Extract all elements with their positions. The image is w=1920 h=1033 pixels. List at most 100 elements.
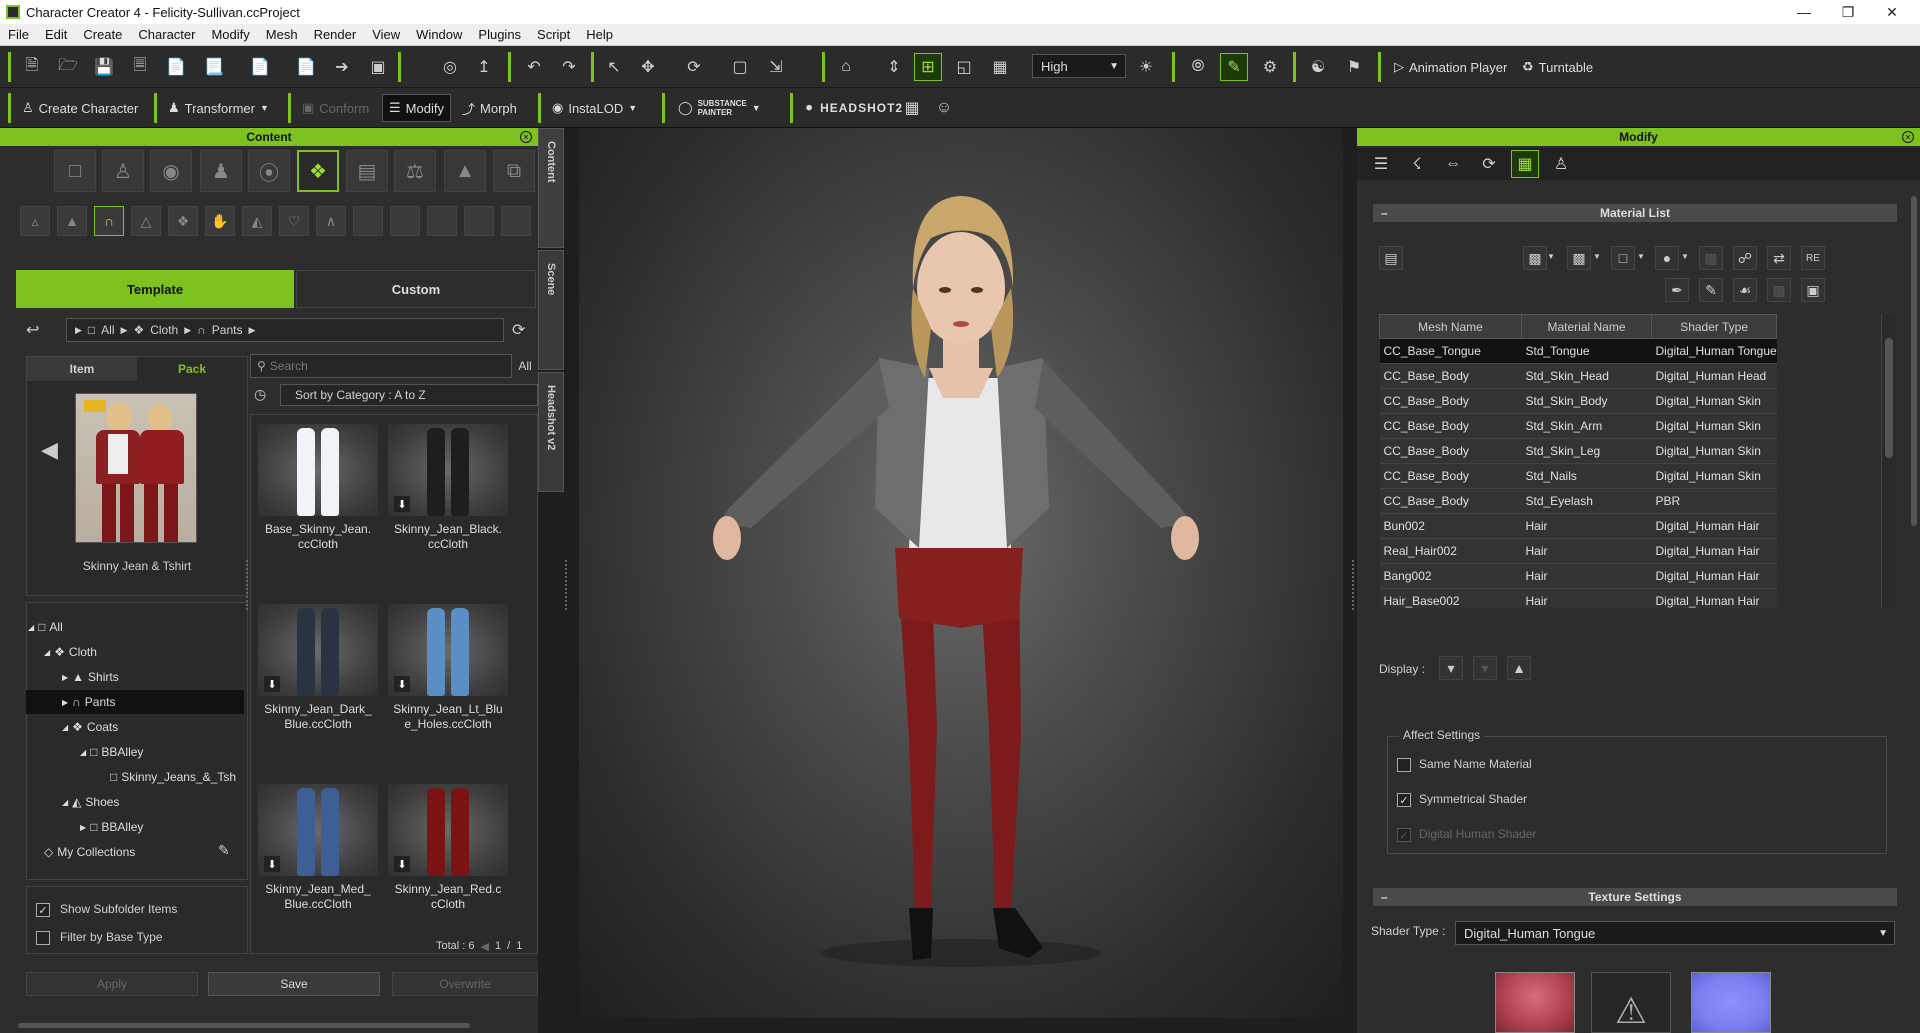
conform-button[interactable]: ▣ Conform — [296, 94, 375, 122]
turntable-button[interactable]: ♻ Turntable — [1516, 53, 1599, 81]
pin-icon[interactable]: ↥ — [470, 53, 498, 81]
undo-icon[interactable]: ↶ — [520, 53, 548, 81]
edit-mode-icon[interactable]: ✎ — [1220, 53, 1248, 81]
disabled-tool-icon[interactable]: ▩ — [1699, 246, 1723, 270]
table-row[interactable]: CC_Base_Body Std_Skin_Arm Digital_Human Sk… — [1379, 413, 1777, 439]
breadcrumb-all[interactable]: All — [101, 323, 114, 337]
close-icon[interactable]: ✕ — [1870, 0, 1914, 24]
table-row[interactable]: Bun002 Hair Digital_Human Hair — [1379, 513, 1777, 539]
minimize-icon[interactable]: — — [1782, 0, 1826, 24]
morph-category-icon[interactable]: ◉ — [150, 150, 192, 192]
item-thumbnail[interactable]: ⬇ — [388, 784, 508, 876]
tab-template[interactable]: Template — [16, 270, 294, 308]
export-obj-icon[interactable]: 📃 — [200, 53, 228, 81]
import-obj-icon[interactable]: 📄 — [162, 53, 190, 81]
select-material-icon[interactable]: □ — [1611, 246, 1635, 270]
digital-human-checkbox[interactable]: ✓ — [1397, 828, 1411, 842]
display-mode-1-icon[interactable]: ▾ — [1439, 656, 1463, 680]
column-material-name[interactable]: Material Name — [1521, 314, 1652, 339]
item-thumbnail[interactable]: ⬇ — [258, 784, 378, 876]
cloth-category-icon[interactable]: ❖ — [297, 150, 339, 192]
breadcrumb-pants[interactable]: Pants — [212, 323, 243, 337]
instalod-button[interactable]: ◉ InstaLOD ▼ — [546, 94, 643, 122]
tab-custom[interactable]: Custom — [296, 270, 536, 308]
scale-icon[interactable]: ▢ — [726, 53, 754, 81]
pack-thumbnail[interactable] — [75, 393, 197, 543]
tree-item-all[interactable]: ◢ □ All — [28, 615, 248, 639]
project-category-icon[interactable]: □ — [54, 150, 96, 192]
table-scrollbar[interactable] — [1881, 314, 1897, 608]
substance-painter-button[interactable]: ◯ SUBSTANCE PAINTER ▼ — [672, 94, 767, 122]
target-icon[interactable]: ◎ — [436, 53, 464, 81]
item-thumbnail[interactable]: ⬇ — [388, 604, 508, 696]
skirt-icon[interactable]: △ — [131, 206, 161, 236]
bra-icon[interactable]: ♡ — [279, 206, 309, 236]
prev-page-icon[interactable]: ◀ — [481, 940, 489, 953]
chevron-down-icon[interactable]: ▼ — [1681, 252, 1689, 261]
diffuse-texture-thumbnail[interactable] — [1495, 972, 1575, 1033]
hanger-icon[interactable]: ∧ — [316, 206, 346, 236]
import-icon[interactable]: 🗏 — [126, 53, 154, 81]
panel-scrollbar[interactable] — [1911, 196, 1917, 526]
empty-slot-icon[interactable] — [390, 206, 420, 236]
empty-slot-icon[interactable] — [464, 206, 494, 236]
table-row[interactable]: CC_Base_Body Std_Nails Digital_Human Skin — [1379, 463, 1777, 489]
material-settings-icon[interactable]: ▤ — [1379, 246, 1403, 270]
back-icon[interactable]: ↩ — [26, 320, 39, 340]
menu-render[interactable]: Render — [306, 27, 365, 42]
move-icon[interactable]: ✥ — [634, 53, 662, 81]
table-row[interactable]: Hair_Base002 Hair Digital_Human Hair — [1379, 588, 1777, 608]
table-row[interactable]: CC_Base_Tongue Std_Tongue Digital_Human To… — [1379, 338, 1777, 364]
flag-icon[interactable]: ⚑ — [1340, 53, 1368, 81]
tab-headshot-v2[interactable]: Headshot v2 — [538, 372, 564, 492]
item-thumbnail[interactable]: ⬇ — [388, 424, 508, 516]
history-icon[interactable]: ◷ — [254, 386, 266, 403]
menu-file[interactable]: File — [0, 27, 37, 42]
re-button[interactable]: RE — [1801, 246, 1825, 270]
tab-content[interactable]: Content — [538, 128, 564, 248]
menu-help[interactable]: Help — [578, 27, 621, 42]
refresh-icon[interactable]: ⟳ — [512, 320, 525, 340]
display-mode-3-icon[interactable]: ▲ — [1507, 656, 1531, 680]
horizontal-scrollbar[interactable] — [18, 1023, 470, 1028]
chevron-down-icon[interactable]: ▼ — [1547, 252, 1555, 261]
hair-category-icon[interactable]: ⦿ — [248, 150, 290, 192]
shader-type-select[interactable]: Digital_Human Tongue ▼ — [1455, 921, 1895, 945]
home-camera-icon[interactable]: ⌂ — [832, 53, 860, 81]
physics-icon[interactable]: ⚙ — [1256, 53, 1284, 81]
headshot-photo-icon[interactable]: ▦ — [898, 94, 926, 122]
tab-scene[interactable]: Scene — [538, 250, 564, 370]
symmetrical-checkbox[interactable]: ✓ — [1397, 793, 1411, 807]
empty-slot-icon[interactable] — [353, 206, 383, 236]
download-icon[interactable]: ⬇ — [394, 676, 410, 692]
normal-texture-thumbnail[interactable] — [1691, 972, 1771, 1033]
skin-category-icon[interactable]: ♟ — [200, 150, 242, 192]
empty-slot-icon[interactable] — [501, 206, 531, 236]
tree-item-skinny-jeans[interactable]: □ Skinny_Jeans_&_Tsh — [28, 765, 248, 789]
menu-modify[interactable]: Modify — [203, 27, 257, 42]
select-arrow-icon[interactable]: ↖ — [600, 53, 628, 81]
head-generate-icon[interactable]: ☺ — [930, 94, 958, 122]
headshot-button[interactable]: ⚫ HEADSHOT2 — [798, 94, 909, 122]
material-ball-icon[interactable]: ● — [1655, 246, 1679, 270]
more-category-icon[interactable]: ⧉ — [493, 150, 535, 192]
view-cube-icon[interactable]: ▦ — [986, 53, 1014, 81]
chevron-down-icon[interactable]: ▼ — [1637, 252, 1645, 261]
table-row[interactable]: CC_Base_Body Std_Skin_Body Digital_Human S… — [1379, 388, 1777, 414]
shoe-icon[interactable]: ◭ — [242, 206, 272, 236]
scrollbar-thumb[interactable] — [1885, 338, 1893, 458]
create-character-button[interactable]: ♙ Create Character — [16, 94, 144, 122]
menu-view[interactable]: View — [364, 27, 408, 42]
tree-item-bballey-shoes[interactable]: ▶ □ BBAlley — [28, 815, 248, 839]
maximize-icon[interactable]: ❐ — [1826, 0, 1870, 24]
download-icon[interactable]: ⬇ — [394, 496, 410, 512]
table-row[interactable]: CC_Base_Body Std_Skin_Head Digital_Human H… — [1379, 363, 1777, 389]
align-icon[interactable]: ⇲ — [762, 53, 790, 81]
ik-icon[interactable]: ⦾ — [1184, 53, 1212, 81]
close-icon[interactable]: ✕ — [1902, 131, 1914, 143]
chevron-down-icon[interactable]: ▼ — [1593, 252, 1601, 261]
item-thumbnail[interactable]: ⬇ — [258, 604, 378, 696]
table-row[interactable]: CC_Base_Body Std_Skin_Leg Digital_Human Sk… — [1379, 438, 1777, 464]
transformer-button[interactable]: ♟ Transformer ▼ — [162, 94, 275, 122]
menu-window[interactable]: Window — [408, 27, 470, 42]
